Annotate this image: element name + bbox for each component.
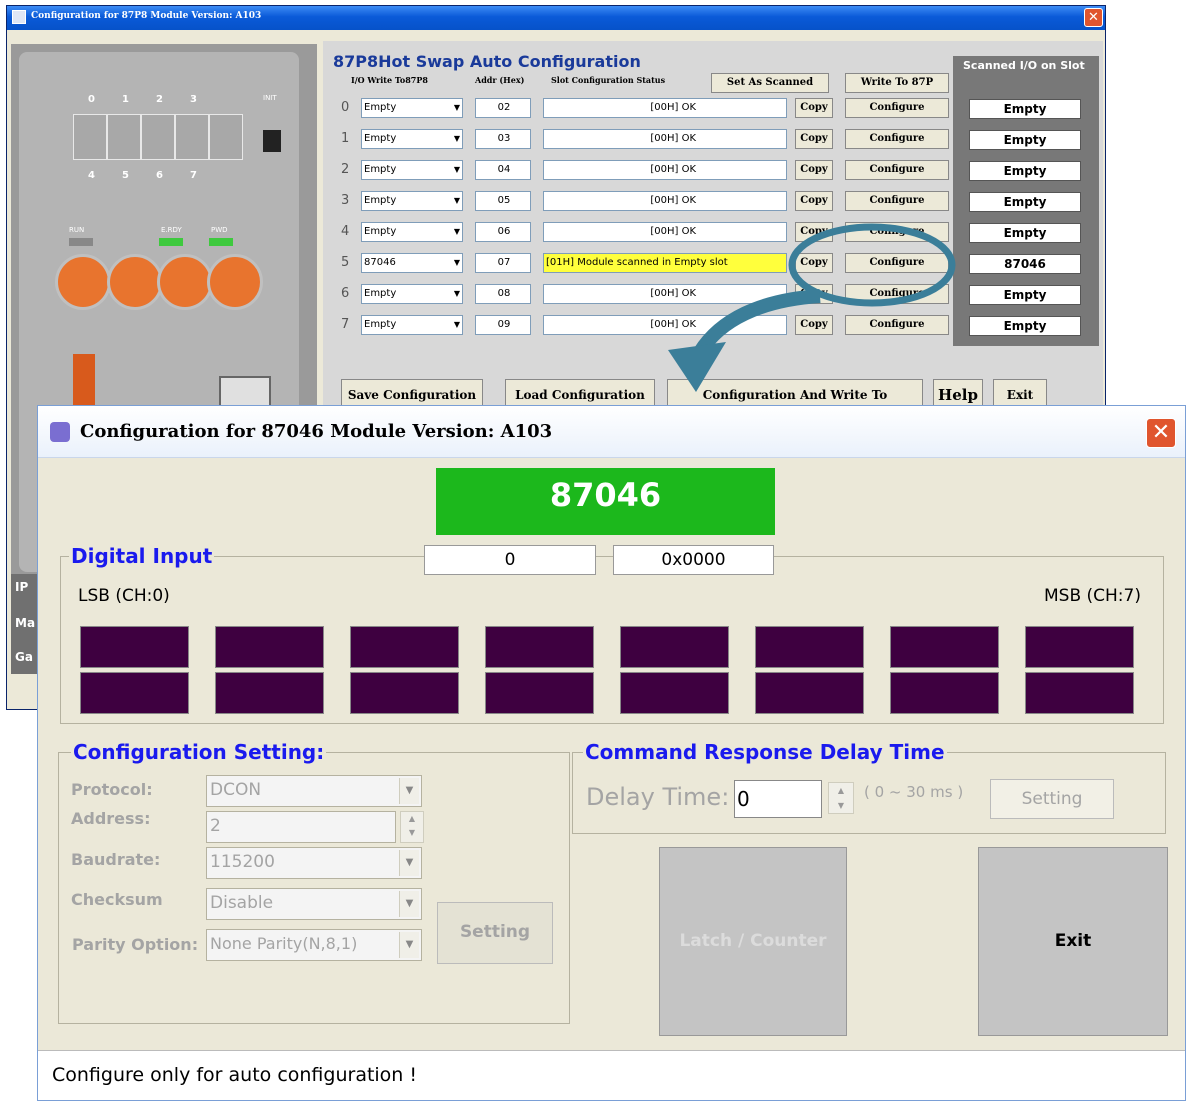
delay-range: ( 0 ~ 30 ms ) [864,783,964,801]
di-led [1025,626,1134,668]
di-led [485,672,594,714]
dialog-title: Configuration for 87046 Module Version: … [80,421,553,442]
delay-time-input[interactable]: 0 [734,780,822,818]
chevron-down-icon: ▼ [399,778,419,804]
dialog-titlebar: Configuration for 87046 Module Version: … [38,406,1185,458]
module-config-dialog: Configuration for 87046 Module Version: … [37,405,1186,1101]
protocol-select[interactable]: DCON ▼ [206,775,422,807]
checksum-select[interactable]: Disable ▼ [206,888,422,920]
exit-button[interactable]: Exit [978,847,1168,1036]
di-decimal-value: 0 [424,545,596,575]
baudrate-label: Baudrate: [71,850,161,869]
config-setting-button[interactable]: Setting [437,902,553,964]
delay-time-label: Delay Time: [586,783,730,811]
digital-input-legend: Digital Input [71,544,213,568]
chevron-down-icon: ▼ [399,850,419,876]
protocol-label: Protocol: [71,780,153,799]
di-led [215,672,324,714]
app-icon [50,422,70,442]
msb-label: MSB (CH:7) [1044,586,1141,606]
configuration-setting-legend: Configuration Setting: [73,740,325,764]
di-led [80,672,189,714]
delay-time-legend: Command Response Delay Time [585,740,945,764]
di-led [80,626,189,668]
di-led [620,672,729,714]
di-led [755,672,864,714]
status-bar: Configure only for auto configuration ! [38,1050,1185,1100]
di-led [755,626,864,668]
latch-counter-button[interactable]: Latch / Counter [659,847,847,1036]
parity-select[interactable]: None Parity(N,8,1) ▼ [206,929,422,961]
close-icon[interactable]: ✕ [1146,418,1176,448]
address-label: Address: [71,809,151,828]
chevron-down-icon: ▼ [399,932,419,958]
baudrate-select[interactable]: 115200 ▼ [206,847,422,879]
lsb-label: LSB (CH:0) [78,586,170,606]
address-spinner[interactable]: ▲ ▼ [400,811,424,843]
di-led [215,626,324,668]
checksum-label: Checksum [71,890,163,909]
di-led [1025,672,1134,714]
di-hex-value: 0x0000 [613,545,774,575]
di-channel-grid [80,626,1140,718]
di-led [350,672,459,714]
address-input[interactable]: 2 [206,811,396,843]
di-led [620,626,729,668]
chevron-down-icon: ▼ [399,891,419,917]
delay-setting-button[interactable]: Setting [990,779,1114,819]
delay-spinner[interactable]: ▲ ▼ [828,782,854,814]
di-led [485,626,594,668]
di-led [350,626,459,668]
parity-label: Parity Option: [72,935,199,954]
module-name-banner: 87046 [436,468,775,535]
di-led [890,626,999,668]
di-led [890,672,999,714]
